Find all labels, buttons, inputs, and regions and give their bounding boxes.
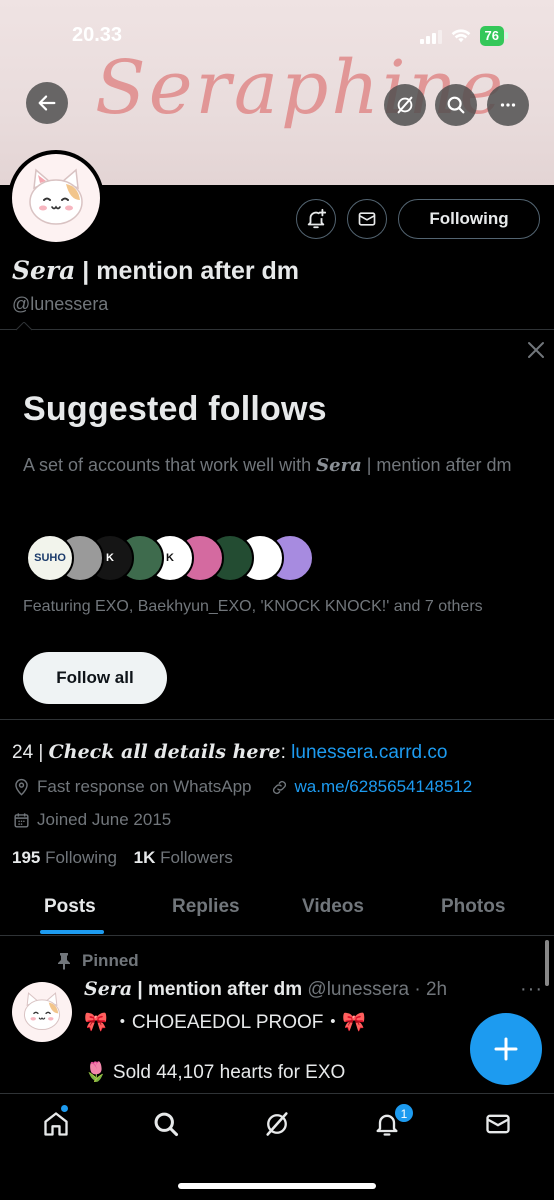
more-options-button[interactable] [487, 84, 529, 126]
nav-messages[interactable] [482, 1108, 514, 1140]
post-more-icon[interactable]: ··· [520, 978, 543, 1001]
location-text: Fast response on WhatsApp [37, 777, 252, 796]
caret-pointer-icon [16, 322, 32, 331]
display-name-rest: | mention after dm [75, 257, 300, 285]
calendar-icon [14, 812, 29, 828]
follow-counts: 195 Following 1K Followers [12, 848, 233, 868]
home-indicator[interactable] [178, 1183, 376, 1189]
arrow-left-icon [38, 95, 56, 111]
desc-serif: Sera [316, 455, 362, 476]
search-icon [154, 1112, 179, 1137]
followers-count: 1K [133, 848, 156, 867]
nav-search[interactable] [150, 1108, 182, 1140]
cat-avatar-icon [29, 168, 83, 225]
display-name: Sera | mention after dm [12, 256, 299, 286]
suggested-follows-title: Suggested follows [23, 390, 327, 428]
pin-icon [58, 953, 70, 970]
post-author-avatar[interactable] [12, 982, 72, 1042]
link-icon [272, 780, 286, 794]
bio-styled: Check all details here [48, 741, 281, 763]
message-button[interactable] [347, 199, 387, 239]
scrollbar[interactable] [545, 940, 549, 986]
section-divider [0, 329, 554, 330]
bell-plus-icon [307, 208, 327, 229]
suggested-avatars[interactable]: SUHO K K [26, 534, 326, 582]
battery-indicator: 76 [479, 26, 509, 46]
website-link[interactable]: wa.me/6285654148512 [295, 777, 473, 797]
tab-photos[interactable]: Photos [441, 896, 505, 918]
search-button[interactable] [435, 84, 477, 126]
post-meta: @lunessera · 2h [302, 979, 448, 1000]
suggested-account-avatar[interactable]: SUHO [26, 534, 74, 582]
post-author-styled: Sera [84, 978, 133, 1000]
compose-post-button[interactable] [470, 1013, 542, 1085]
follow-all-button[interactable]: Follow all [23, 652, 167, 704]
post-text-line: 🌷 Sold 44,107 hearts for EXO [84, 1062, 346, 1083]
cat-avatar-icon [23, 992, 61, 1031]
close-icon[interactable] [526, 340, 546, 360]
bio-colon: : [280, 742, 292, 763]
tab-replies[interactable]: Replies [172, 896, 240, 918]
following-label: Following [40, 848, 117, 867]
bio-prefix: 24 | [12, 742, 49, 763]
post-text-line: 🎀 ・CHOEAEDOL PROOF・🎀 [84, 1012, 367, 1033]
tabs-divider [0, 935, 554, 936]
envelope-icon [486, 1114, 510, 1134]
bio: 24 | Check all details here: lunessera.c… [12, 741, 447, 764]
post-header: Sera | mention after dm @lunessera · 2h [84, 978, 447, 1001]
profile-handle: @lunessera [12, 294, 109, 314]
profile-avatar[interactable] [8, 150, 104, 246]
nav-grok[interactable] [261, 1108, 293, 1140]
following-count: 195 [12, 848, 41, 867]
followers-label: Followers [155, 848, 233, 867]
pinned-label: Pinned [82, 951, 139, 970]
nav-home[interactable] [40, 1108, 72, 1140]
notifications-badge: 1 [394, 1103, 414, 1123]
followers-count-link[interactable]: 1K Followers [134, 848, 233, 867]
bio-link[interactable]: lunessera.carrd.co [291, 742, 447, 763]
featuring-text: Featuring EXO, Baekhyun_EXO, 'KNOCK KNOC… [23, 598, 483, 615]
status-time: 20.33 [72, 24, 123, 46]
grok-icon [266, 1112, 288, 1136]
post-author-rest: | mention after dm [132, 979, 303, 1000]
following-count-link[interactable]: 195 Following [12, 848, 117, 867]
joined-text: Joined June 2015 [37, 810, 172, 829]
suggested-follows-description: A set of accounts that work well with Se… [23, 451, 523, 480]
cellular-signal-icon [419, 28, 442, 44]
following-button[interactable]: Following [398, 199, 540, 239]
pinned-indicator: Pinned [56, 951, 139, 971]
back-button[interactable] [26, 82, 68, 124]
grok-button[interactable] [384, 84, 426, 126]
tab-videos[interactable]: Videos [302, 896, 364, 918]
desc-prefix: A set of accounts that work well with [23, 455, 317, 475]
location-pin-icon [15, 778, 28, 796]
active-tab-indicator [40, 930, 104, 934]
profile-meta-row: Fast response on WhatsApp wa.me/62856541… [12, 777, 472, 797]
grok-icon [397, 96, 413, 114]
wifi-icon [451, 29, 470, 43]
post-author-name[interactable]: Sera | mention after dm [84, 978, 303, 1000]
tab-posts[interactable]: Posts [44, 896, 96, 918]
search-icon [447, 96, 465, 114]
plus-icon [494, 1037, 518, 1061]
profile-tabs: Posts Replies Videos Photos [0, 888, 554, 936]
joined-row: Joined June 2015 [12, 810, 171, 830]
ellipsis-icon [500, 103, 516, 107]
envelope-icon [358, 212, 376, 226]
status-icons: 76 [419, 26, 509, 46]
section-divider [0, 719, 554, 720]
home-new-dot [60, 1104, 69, 1113]
notifications-subscribe-button[interactable] [296, 199, 336, 239]
display-name-styled: Sera [12, 256, 76, 285]
home-icon [44, 1112, 68, 1136]
desc-suffix: | mention after dm [361, 455, 512, 475]
